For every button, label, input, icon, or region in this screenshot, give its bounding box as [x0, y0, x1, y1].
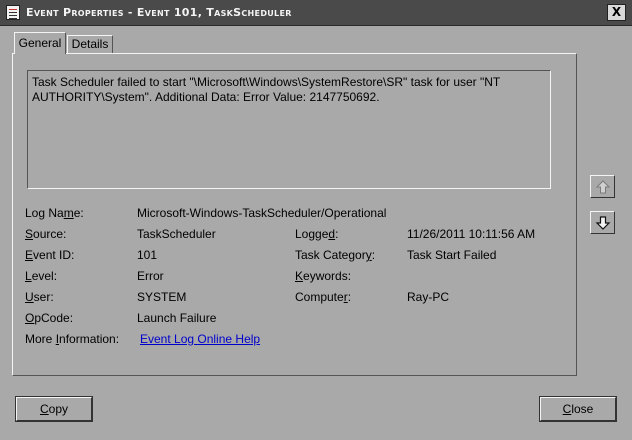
- arrow-up-icon: [595, 180, 611, 194]
- task-category-value: Task Start Failed: [407, 248, 497, 262]
- event-id-label: Event ID:: [25, 248, 75, 262]
- log-name-value: Microsoft-Windows-TaskScheduler/Operatio…: [137, 206, 387, 220]
- close-button[interactable]: Close: [539, 396, 617, 422]
- source-label: Source:: [25, 227, 67, 241]
- arrow-down-icon: [595, 216, 611, 230]
- event-description[interactable]: Task Scheduler failed to start "\Microso…: [27, 70, 551, 189]
- opcode-label: OpCode:: [25, 311, 74, 325]
- computer-value: Ray-PC: [407, 290, 450, 304]
- user-value: SYSTEM: [137, 290, 187, 304]
- title-bar: Event Properties - Event 101, TaskSchedu…: [0, 0, 632, 26]
- event-viewer-icon: [6, 5, 20, 20]
- logged-label: Logged:: [295, 227, 339, 241]
- computer-label: Computer:: [295, 290, 352, 304]
- copy-button[interactable]: Copy: [15, 396, 93, 422]
- level-label: Level:: [25, 269, 58, 283]
- tab-details[interactable]: Details: [67, 35, 113, 53]
- log-name-label: Log Name:: [25, 206, 84, 220]
- close-icon[interactable]: X: [607, 4, 626, 21]
- level-value: Error: [137, 269, 164, 283]
- previous-event-button[interactable]: [590, 175, 615, 198]
- window-title: Event Properties - Event 101, TaskSchedu…: [26, 6, 292, 19]
- next-event-button[interactable]: [590, 211, 615, 234]
- event-id-value: 101: [137, 248, 158, 262]
- user-label: User:: [25, 290, 54, 304]
- tab-general[interactable]: General: [14, 32, 66, 54]
- keywords-label: Keywords:: [295, 269, 352, 283]
- more-information-label: More Information:: [25, 332, 120, 346]
- opcode-value: Launch Failure: [137, 311, 217, 325]
- source-value: TaskScheduler: [137, 227, 216, 241]
- task-category-label: Task Category:: [295, 248, 376, 262]
- logged-value: 11/26/2011 10:11:56 AM: [407, 227, 536, 241]
- event-log-online-help-link[interactable]: Event Log Online Help: [140, 332, 260, 346]
